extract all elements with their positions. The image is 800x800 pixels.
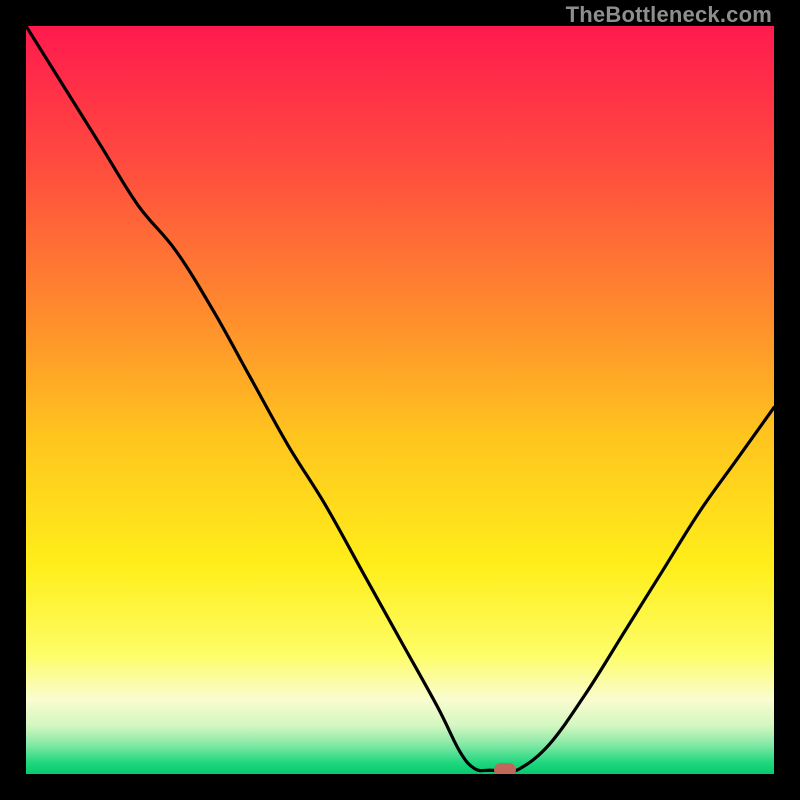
plot-area: [26, 26, 774, 774]
optimum-marker: [494, 763, 516, 774]
background-gradient: [26, 26, 774, 774]
chart-container: TheBottleneck.com: [0, 0, 800, 800]
watermark-text: TheBottleneck.com: [566, 2, 772, 28]
